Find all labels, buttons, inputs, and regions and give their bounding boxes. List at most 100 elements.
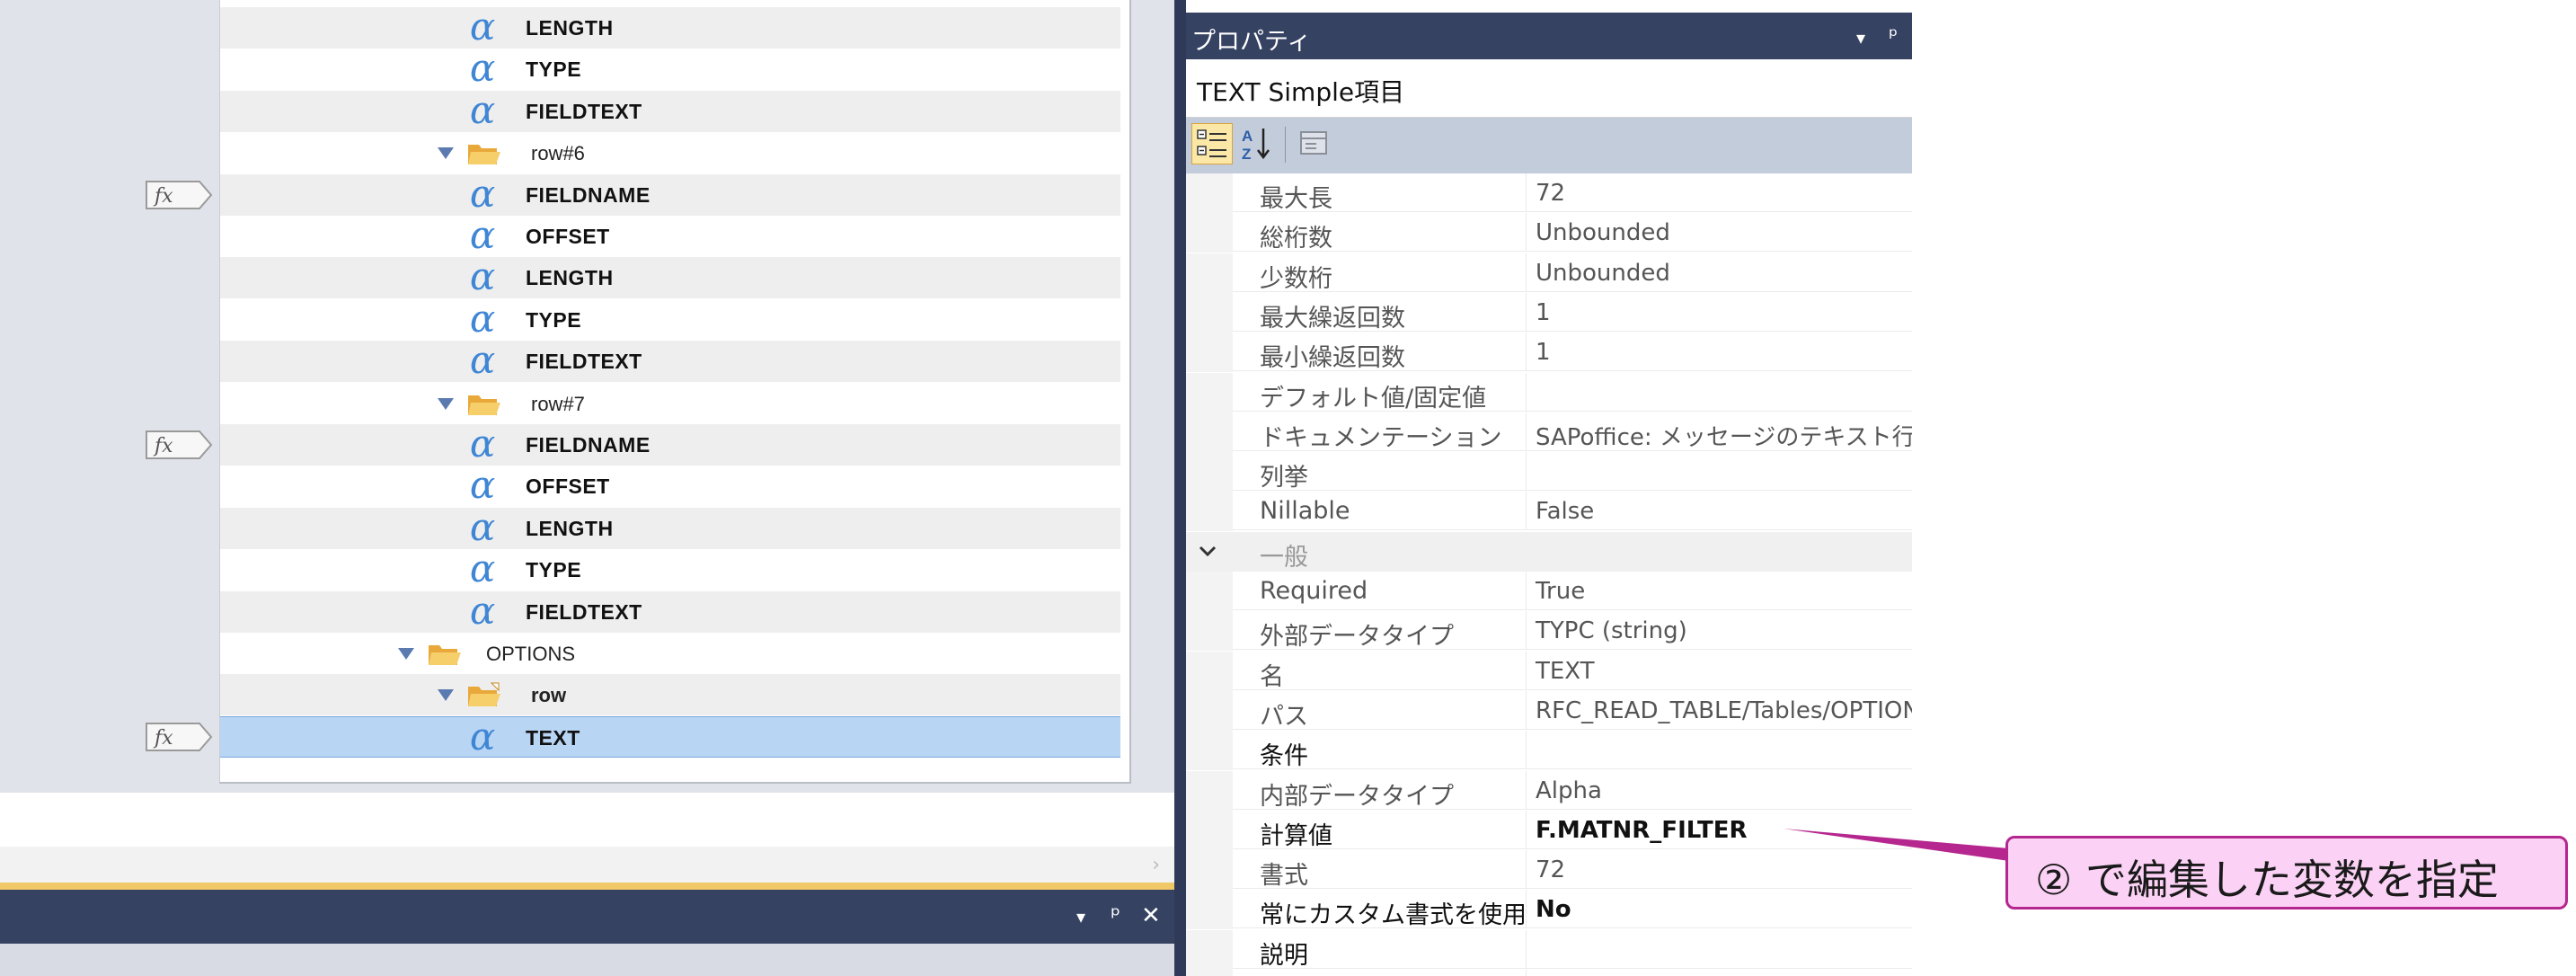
property-value-cell[interactable] <box>1527 970 1912 976</box>
property-value: Unbounded <box>1536 259 1670 287</box>
tree-row-label: row#6 <box>531 142 585 165</box>
property-row[interactable]: 説明 <box>1186 929 1912 970</box>
property-row[interactable]: 外部データタイプ TYPC (string) <box>1186 611 1912 652</box>
tree-row[interactable]: α FIELDNAME <box>220 171 1120 216</box>
close-icon[interactable]: ✕ <box>1141 902 1161 929</box>
row-margin <box>1186 731 1233 771</box>
expand-arrow-icon[interactable] <box>398 648 414 660</box>
property-value-cell[interactable]: 1 <box>1527 333 1912 372</box>
property-category[interactable]: 一般 <box>1186 531 1912 572</box>
property-row[interactable] <box>1186 970 1912 976</box>
pin-icon[interactable]: ᵖ <box>1111 902 1120 929</box>
property-row[interactable]: 最大長 72 <box>1186 173 1912 213</box>
pin-icon[interactable]: ᵖ <box>1889 23 1898 49</box>
tree-row[interactable]: row#7 <box>220 382 1120 424</box>
tree-field-label: TYPE <box>526 58 582 82</box>
alpha-field-icon: α <box>469 254 496 299</box>
property-value-cell[interactable]: True <box>1527 572 1912 610</box>
property-name-cell: 列挙 <box>1233 452 1527 492</box>
property-row[interactable]: Required True <box>1186 572 1912 611</box>
property-name-cell: 計算値 <box>1233 810 1527 850</box>
property-pages-button[interactable] <box>1294 123 1335 164</box>
property-value-cell[interactable]: No <box>1527 890 1912 929</box>
categorized-view-button[interactable] <box>1191 123 1233 164</box>
tree-field-label: FIELDNAME <box>526 182 651 207</box>
dropdown-icon[interactable]: ▾ <box>1856 27 1865 49</box>
property-value-cell[interactable]: Alpha <box>1527 771 1912 810</box>
expand-arrow-icon[interactable] <box>438 147 454 160</box>
property-row[interactable]: 条件 <box>1186 731 1912 771</box>
property-row[interactable]: 最小繰返回数 1 <box>1186 333 1912 373</box>
property-value-cell[interactable] <box>1527 731 1912 770</box>
property-value-cell[interactable]: TEXT <box>1527 652 1912 690</box>
tree-row[interactable]: α LENGTH <box>220 254 1120 299</box>
tree-row[interactable]: row#6 <box>220 132 1120 174</box>
tree-row[interactable]: α LENGTH <box>220 7 1120 49</box>
property-value-cell[interactable]: 72 <box>1527 173 1912 212</box>
expand-arrow-icon[interactable] <box>438 397 454 410</box>
property-value-cell[interactable]: 72 <box>1527 850 1912 890</box>
property-row[interactable]: 名 TEXT <box>1186 651 1912 691</box>
property-value-cell[interactable]: F.MATNR_FILTER <box>1527 811 1912 849</box>
tree-row[interactable]: α OFFSET <box>220 466 1120 508</box>
property-value-cell[interactable]: Unbounded <box>1527 253 1912 292</box>
horizontal-scrollbar[interactable]: › <box>0 847 1174 883</box>
property-name-cell: Nillable <box>1233 492 1527 531</box>
property-row[interactable]: 最大繰返回数 1 <box>1186 292 1912 333</box>
property-value-cell[interactable]: SAPoffice: メッセージのテキスト行 <box>1527 413 1912 451</box>
property-value-cell[interactable]: RFC_READ_TABLE/Tables/OPTIONS/row/TEXT <box>1527 691 1912 730</box>
tree-row[interactable]: α FIELDTEXT <box>220 590 1120 633</box>
tree-row[interactable]: α TEXT <box>220 715 1120 758</box>
property-row[interactable]: Nillable False <box>1186 492 1912 532</box>
property-row[interactable]: 列挙 <box>1186 452 1912 492</box>
tree-row[interactable]: α TYPE <box>220 549 1120 591</box>
open-folder-icon <box>468 682 500 707</box>
tree-row[interactable]: α FIELDTEXT <box>220 341 1120 383</box>
function-fx-icon[interactable]: fx <box>144 179 214 211</box>
property-row[interactable]: ドキュメンテーション SAPoffice: メッセージのテキスト行 <box>1186 412 1912 452</box>
property-value-cell[interactable]: 1 <box>1527 293 1912 332</box>
property-row[interactable]: 少数桁 Unbounded <box>1186 253 1912 293</box>
tree-field-label: TYPE <box>526 307 582 332</box>
tree-row[interactable]: α OFFSET <box>220 216 1120 257</box>
tree-row[interactable]: α FIELDNAME <box>220 424 1120 466</box>
tree-field-label: TEXT <box>526 725 580 750</box>
property-name: 総桁数 <box>1260 225 1332 253</box>
panel-divider[interactable] <box>0 883 1174 890</box>
row-margin <box>1186 611 1233 652</box>
collapse-chevron-icon[interactable] <box>1195 532 1222 572</box>
alpha-field-icon: α <box>469 213 496 257</box>
property-value-cell[interactable]: Unbounded <box>1527 213 1912 253</box>
property-value-cell[interactable] <box>1527 373 1912 412</box>
property-row[interactable]: 総桁数 Unbounded <box>1186 213 1912 253</box>
property-value-cell[interactable]: False <box>1527 492 1912 531</box>
tree-row[interactable]: α LENGTH <box>220 507 1120 549</box>
tree-row[interactable]: α TYPE <box>220 298 1120 341</box>
property-row[interactable]: デフォルト値/固定値 <box>1186 372 1912 413</box>
expand-arrow-icon[interactable] <box>438 689 454 702</box>
tree-row[interactable]: OPTIONS <box>220 633 1120 674</box>
property-row[interactable]: 常にカスタム書式を使用 No <box>1186 890 1912 930</box>
property-value-cell[interactable] <box>1527 930 1912 969</box>
scroll-right-icon[interactable]: › <box>1152 854 1160 876</box>
property-row[interactable]: 計算値 F.MATNR_FILTER <box>1186 810 1912 850</box>
dropdown-icon[interactable]: ▾ <box>1076 906 1085 927</box>
tree-row[interactable]: row <box>220 674 1120 716</box>
alpha-field-icon: α <box>469 171 496 216</box>
property-value: TEXT <box>1536 657 1595 685</box>
tree-row[interactable]: α FIELDTEXT <box>220 90 1120 132</box>
property-value-cell[interactable]: TYPC (string) <box>1527 611 1912 651</box>
function-fx-icon[interactable]: fx <box>144 721 214 753</box>
row-margin <box>1186 929 1233 970</box>
selected-object-label[interactable]: TEXT Simple項目 <box>1186 59 1912 118</box>
schema-tree[interactable]: α LENGTH α TYPE α FIELDTEXT row#6 α FIELDNAME α OF… <box>219 0 1131 784</box>
property-row[interactable]: 書式 72 <box>1186 850 1912 891</box>
property-value: Alpha <box>1536 776 1602 804</box>
alphabetical-view-button[interactable]: A Z <box>1236 123 1278 164</box>
property-value-cell[interactable] <box>1527 452 1912 492</box>
tree-row[interactable]: α TYPE <box>220 49 1120 91</box>
function-fx-icon[interactable]: fx <box>144 429 214 461</box>
property-row[interactable]: パス RFC_READ_TABLE/Tables/OPTIONS/row/TEXT <box>1186 690 1912 731</box>
property-row[interactable]: 内部データタイプ Alpha <box>1186 770 1912 811</box>
pane-splitter[interactable] <box>1174 0 1186 976</box>
